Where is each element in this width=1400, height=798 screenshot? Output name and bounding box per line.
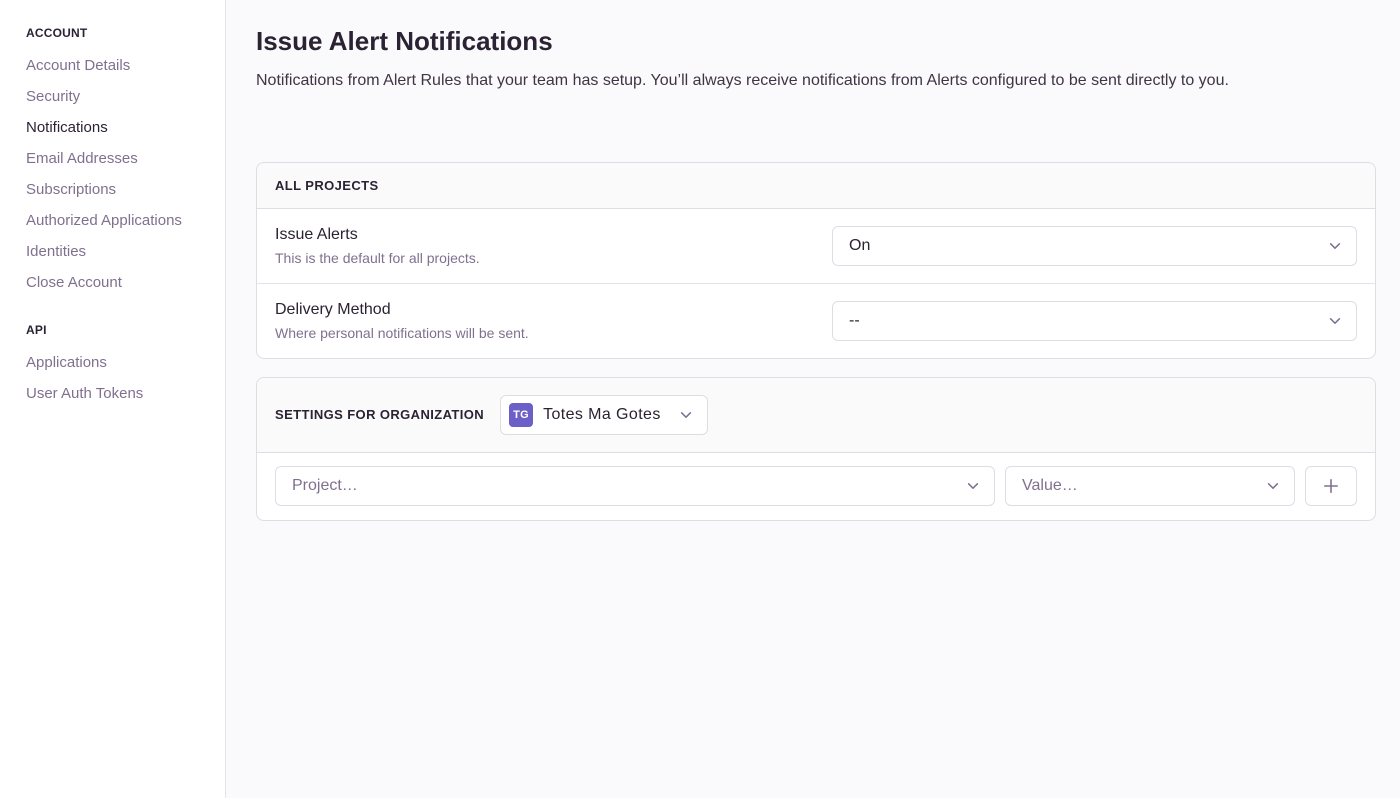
delivery-method-control: -- — [832, 301, 1357, 341]
issue-alerts-control: On — [832, 226, 1357, 266]
organization-panel-heading: SETTINGS FOR ORGANIZATION — [275, 408, 484, 422]
delivery-method-field-row: Delivery Method Where personal notificat… — [257, 283, 1375, 358]
issue-alerts-help: This is the default for all projects. — [275, 250, 812, 266]
settings-sidebar: ACCOUNT Account Details Security Notific… — [0, 0, 226, 798]
settings-page: ACCOUNT Account Details Security Notific… — [0, 0, 1400, 798]
organization-panel: SETTINGS FOR ORGANIZATION TG Totes Ma Go… — [256, 377, 1376, 521]
sidebar-item-close-account[interactable]: Close Account — [26, 268, 215, 299]
sidebar-item-subscriptions[interactable]: Subscriptions — [26, 175, 215, 206]
delivery-method-label: Delivery Method — [275, 301, 812, 319]
organization-panel-header: SETTINGS FOR ORGANIZATION TG Totes Ma Go… — [257, 378, 1375, 453]
chevron-down-icon — [679, 408, 693, 422]
plus-icon — [1322, 477, 1340, 495]
page-description: Notifications from Alert Rules that your… — [256, 70, 1376, 92]
value-select-placeholder: Value… — [1022, 477, 1078, 495]
add-override-button[interactable] — [1305, 466, 1357, 506]
organization-select[interactable]: TG Totes Ma Gotes — [500, 395, 708, 435]
chevron-down-icon — [1266, 479, 1280, 493]
sidebar-item-security[interactable]: Security — [26, 82, 215, 113]
sidebar-section-account: ACCOUNT Account Details Security Notific… — [26, 26, 215, 299]
page-title: Issue Alert Notifications — [256, 26, 1376, 56]
sidebar-heading-account: ACCOUNT — [26, 26, 215, 40]
organization-name: Totes Ma Gotes — [543, 408, 661, 422]
chevron-down-icon — [966, 479, 980, 493]
sidebar-item-notifications[interactable]: Notifications — [26, 113, 215, 144]
sidebar-heading-api: API — [26, 323, 215, 337]
sidebar-section-api: API Applications User Auth Tokens — [26, 323, 215, 410]
sidebar-item-identities[interactable]: Identities — [26, 237, 215, 268]
delivery-method-field-text: Delivery Method Where personal notificat… — [275, 301, 832, 341]
delivery-method-select[interactable]: -- — [832, 301, 1357, 341]
sidebar-item-authorized-applications[interactable]: Authorized Applications — [26, 206, 215, 237]
issue-alerts-label: Issue Alerts — [275, 226, 812, 244]
delivery-method-help: Where personal notifications will be sen… — [275, 325, 812, 341]
delivery-method-select-value: -- — [849, 312, 860, 330]
issue-alerts-select-value: On — [849, 237, 870, 255]
sidebar-item-account-details[interactable]: Account Details — [26, 51, 215, 82]
sidebar-item-applications[interactable]: Applications — [26, 348, 215, 379]
issue-alerts-field-row: Issue Alerts This is the default for all… — [257, 209, 1375, 283]
value-select[interactable]: Value… — [1005, 466, 1295, 506]
chevron-down-icon — [1328, 314, 1342, 328]
issue-alerts-field-text: Issue Alerts This is the default for all… — [275, 226, 832, 266]
sidebar-item-email-addresses[interactable]: Email Addresses — [26, 144, 215, 175]
chevron-down-icon — [1328, 239, 1342, 253]
project-select-placeholder: Project… — [292, 477, 358, 495]
main-content: Issue Alert Notifications Notifications … — [226, 0, 1400, 798]
organization-avatar: TG — [509, 403, 533, 427]
all-projects-panel: ALL PROJECTS Issue Alerts This is the de… — [256, 162, 1376, 359]
project-select[interactable]: Project… — [275, 466, 995, 506]
project-override-row: Project… Value… — [257, 453, 1375, 520]
issue-alerts-select[interactable]: On — [832, 226, 1357, 266]
all-projects-panel-header: ALL PROJECTS — [257, 163, 1375, 209]
sidebar-item-user-auth-tokens[interactable]: User Auth Tokens — [26, 379, 215, 410]
